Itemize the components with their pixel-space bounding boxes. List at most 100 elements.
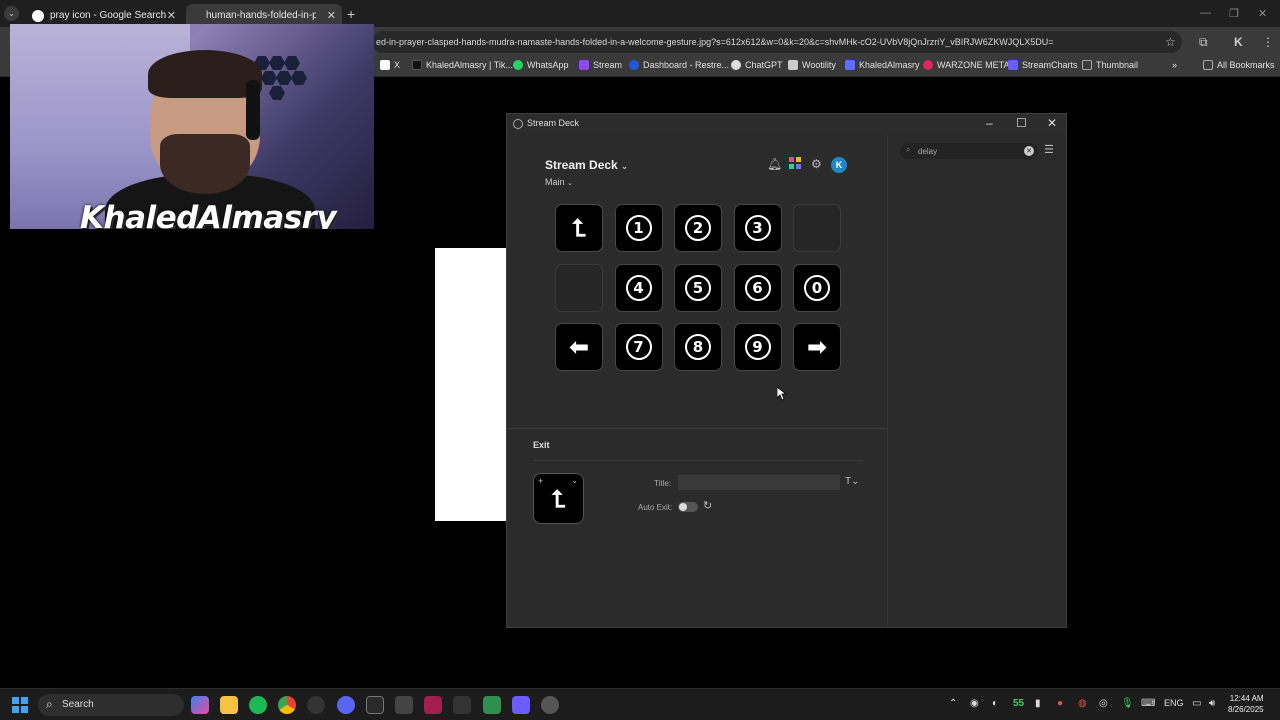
game-controller-icon[interactable] xyxy=(512,696,530,714)
stream-deck-key[interactable]: 5 xyxy=(674,263,722,312)
stream-deck-key[interactable]: 6 xyxy=(733,263,782,312)
fps-counter[interactable]: 55 xyxy=(1013,698,1024,709)
maximize-icon[interactable]: ❐ xyxy=(1229,7,1239,20)
all-bookmarks-folder[interactable]: All Bookmarks xyxy=(1203,60,1275,70)
keyboard-icon[interactable]: ⌨ xyxy=(1141,698,1155,709)
stream-deck-key[interactable]: 2 xyxy=(674,204,722,252)
stream-deck-key[interactable]: 0 xyxy=(793,263,841,312)
bookmark-item[interactable]: Dashboard - Restre... xyxy=(629,60,729,70)
bookmark-star-icon[interactable]: ☆ xyxy=(1165,35,1176,49)
bookmark-item[interactable]: Stream xyxy=(579,60,622,70)
menu-icon[interactable]: ⋮ xyxy=(1262,35,1274,49)
discord-tray-icon[interactable]: ◉ xyxy=(970,698,979,709)
volume-icon[interactable]: 🔊︎ xyxy=(1209,698,1215,709)
gpu-app-icon[interactable] xyxy=(453,696,471,714)
stream-deck-key[interactable]: ➡ xyxy=(793,323,841,371)
maximize-icon[interactable]: ☐ xyxy=(1016,116,1027,130)
minimize-icon[interactable]: – xyxy=(986,116,993,130)
close-window-icon[interactable]: ✕ xyxy=(1258,7,1267,20)
profile-selector[interactable]: Main ⌄ xyxy=(545,177,573,187)
copilot-icon[interactable] xyxy=(191,696,209,714)
bell-icon[interactable]: 🔔︎ xyxy=(767,157,782,171)
list-view-icon[interactable]: ☰ xyxy=(1044,143,1054,156)
window-titlebar[interactable]: Stream Deck – ☐ ✕ xyxy=(507,114,1066,134)
network-icon[interactable]: ▭ xyxy=(1192,698,1201,709)
title-input[interactable] xyxy=(678,475,840,490)
number-disc-icon: 5 xyxy=(685,274,711,301)
bookmark-item[interactable]: ChatGPT xyxy=(731,60,783,70)
taskbar-search[interactable]: ⌕ Search xyxy=(38,694,184,716)
tab-search-button[interactable]: ⌄ xyxy=(4,6,19,21)
tray-icon[interactable]: ◐ xyxy=(992,698,998,709)
window-title: Stream Deck xyxy=(527,118,580,128)
editor-app-icon[interactable] xyxy=(424,696,442,714)
chevron-down-icon[interactable]: ⌄ xyxy=(571,476,578,485)
add-icon[interactable]: + xyxy=(538,476,543,486)
nvidia-icon[interactable] xyxy=(483,696,501,714)
person-beard xyxy=(160,134,250,194)
action-search[interactable]: ⌕ ✕ xyxy=(900,143,1038,159)
bookmark-item[interactable]: KhaledAlmasry xyxy=(845,60,920,70)
chrome-icon[interactable] xyxy=(278,696,296,714)
bookmark-item[interactable]: WARZONE META xyxy=(923,60,1010,70)
chatgpt-icon[interactable] xyxy=(307,696,325,714)
stream-deck-key[interactable]: 1 xyxy=(614,204,663,252)
keyboard-app-icon[interactable] xyxy=(395,696,413,714)
minimize-icon[interactable]: — xyxy=(1200,7,1211,19)
actions-sidebar: ⌕ ✕ ☰ xyxy=(887,134,1066,627)
language-indicator[interactable]: ENG xyxy=(1164,698,1184,708)
close-icon[interactable]: ✕ xyxy=(1047,116,1057,130)
meta-icon xyxy=(845,60,855,70)
stream-deck-key[interactable] xyxy=(555,263,603,312)
microphone-icon[interactable]: 🎙︎ xyxy=(1121,698,1134,709)
text-format-icon[interactable]: T⌄ xyxy=(845,476,860,487)
number-disc-icon: 1 xyxy=(625,215,652,241)
marketplace-icon[interactable] xyxy=(789,157,801,172)
folder-icon xyxy=(1082,60,1092,70)
reset-icon[interactable]: ↻ xyxy=(703,499,712,512)
stream-deck-key[interactable]: ⬅ xyxy=(555,323,603,371)
profile-icon[interactable]: K xyxy=(1234,35,1243,49)
stream-deck-taskbar-icon[interactable] xyxy=(366,696,384,714)
tiktok-icon xyxy=(412,60,422,70)
stream-deck-key[interactable]: 3 xyxy=(733,204,782,252)
windows-start-icon[interactable] xyxy=(12,697,28,713)
number-disc-icon: 8 xyxy=(685,334,711,360)
stream-deck-key[interactable] xyxy=(793,204,841,252)
bookmark-item[interactable]: StreamCharts xyxy=(1008,60,1078,70)
more-bookmarks-icon[interactable]: » xyxy=(1172,60,1177,70)
stream-deck-key[interactable]: 9 xyxy=(733,323,782,371)
record-icon[interactable]: ● xyxy=(1057,698,1063,709)
discord-icon[interactable] xyxy=(337,696,355,714)
device-selector[interactable]: Stream Deck ⌄ xyxy=(545,158,628,172)
bookmark-item[interactable]: X xyxy=(380,60,400,70)
stream-deck-key[interactable]: 4 xyxy=(614,263,663,312)
clear-search-icon[interactable]: ✕ xyxy=(1024,146,1034,156)
close-tab-icon[interactable]: ✕ xyxy=(327,9,336,22)
close-tab-icon[interactable]: ✕ xyxy=(167,9,176,22)
auto-exit-toggle[interactable] xyxy=(678,502,698,512)
bookmark-item[interactable]: Thumbnail xyxy=(1082,60,1138,70)
tray-icon[interactable]: ▮ xyxy=(1035,698,1041,709)
x-icon xyxy=(380,60,390,70)
clock[interactable]: 12:44 AM 8/26/2025 xyxy=(1228,693,1264,715)
tray-icon[interactable]: ◎ xyxy=(1099,698,1108,709)
key-preview[interactable]: + ⌄ ⮤ xyxy=(533,473,584,524)
avatar[interactable]: K xyxy=(831,157,847,173)
bookmark-item[interactable]: KhaledAlmasry | Tik... xyxy=(412,60,513,70)
spotify-icon[interactable] xyxy=(249,696,267,714)
stream-deck-key[interactable]: ⮤ xyxy=(555,204,603,252)
stream-deck-key[interactable]: 7 xyxy=(614,323,663,371)
tray-icon[interactable]: ◍ xyxy=(1078,698,1087,709)
bookmark-item[interactable]: WhatsApp xyxy=(513,60,569,70)
new-tab-button[interactable]: + xyxy=(347,6,355,22)
search-input[interactable] xyxy=(918,145,1018,157)
stream-deck-key[interactable]: 8 xyxy=(674,323,722,371)
show-hidden-icons[interactable]: ⌃ xyxy=(949,698,957,709)
settings-app-icon[interactable] xyxy=(541,696,559,714)
address-bar[interactable]: ed-in-prayer-clasped-hands-mudra-namaste… xyxy=(372,31,1182,53)
extensions-icon[interactable]: ⧉ xyxy=(1199,35,1208,50)
bookmark-item[interactable]: Wootility xyxy=(788,60,836,70)
file-explorer-icon[interactable] xyxy=(220,696,238,714)
gear-icon[interactable]: ⚙ xyxy=(811,157,822,171)
